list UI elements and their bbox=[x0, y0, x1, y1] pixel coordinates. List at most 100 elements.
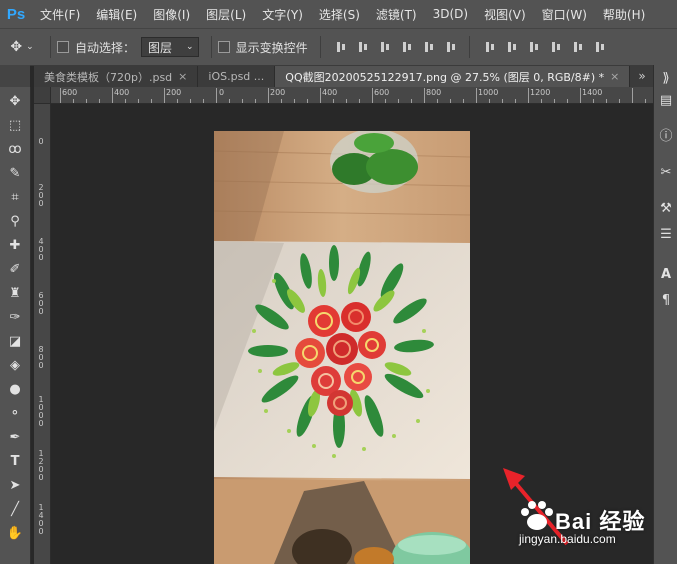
ruler-tick bbox=[619, 99, 620, 103]
panel-collapse-icon[interactable]: ⟫ bbox=[657, 69, 675, 87]
ruler-tick bbox=[99, 99, 100, 103]
move-tool-preset[interactable]: ✥ ⌄ bbox=[0, 39, 44, 55]
lasso-tool-icon[interactable]: ꝏ bbox=[3, 139, 27, 159]
history-panel-icon[interactable]: ▤ bbox=[657, 91, 675, 109]
ruler-label: 1200 bbox=[530, 88, 551, 97]
ruler-tick bbox=[216, 88, 217, 103]
eyedropper-tool-icon[interactable]: ⚲ bbox=[3, 211, 27, 231]
menu-edit[interactable]: 编辑(E) bbox=[96, 6, 137, 23]
distribute-hcenter-icon[interactable] bbox=[572, 40, 584, 54]
divider bbox=[468, 36, 470, 58]
distribute-top-icon[interactable] bbox=[484, 40, 496, 54]
menu-3d[interactable]: 3D(D) bbox=[433, 7, 468, 21]
document-image[interactable] bbox=[214, 131, 470, 564]
ruler-tick bbox=[385, 99, 386, 103]
ruler-tick bbox=[268, 88, 269, 103]
ruler-label: 400 bbox=[114, 88, 130, 97]
auto-select-dropdown[interactable]: 图层 ⌄ bbox=[141, 37, 199, 57]
eraser-tool-icon[interactable]: ◪ bbox=[3, 331, 27, 351]
line-tool-icon[interactable]: ╱ bbox=[3, 499, 27, 519]
move-tool-icon[interactable]: ✥ bbox=[3, 91, 27, 111]
menu-select[interactable]: 选择(S) bbox=[319, 6, 360, 23]
quick-select-tool-icon[interactable]: ✎ bbox=[3, 163, 27, 183]
align-buttons bbox=[335, 40, 457, 54]
ruler-tick bbox=[112, 88, 113, 103]
brush-settings-icon[interactable]: ⚒ bbox=[657, 199, 675, 217]
pen-tool-icon[interactable]: ✒ bbox=[3, 427, 27, 447]
distribute-left-icon[interactable] bbox=[550, 40, 562, 54]
menu-file[interactable]: 文件(F) bbox=[40, 6, 80, 23]
menu-view[interactable]: 视图(V) bbox=[484, 6, 526, 23]
menu-filter[interactable]: 滤镜(T) bbox=[376, 6, 417, 23]
paw-icon bbox=[521, 501, 553, 530]
photoshop-logo[interactable]: Ps bbox=[0, 0, 32, 28]
tabs-overflow-button[interactable]: » bbox=[631, 66, 653, 87]
align-top-icon[interactable] bbox=[335, 40, 347, 54]
paint-bucket-tool-icon[interactable]: ◈ bbox=[3, 355, 27, 375]
ruler-label: 0 bbox=[219, 88, 225, 97]
type-tool-icon[interactable]: T bbox=[3, 451, 27, 471]
ruler-label: 2 0 0 bbox=[38, 183, 44, 208]
blur-tool-icon[interactable]: ● bbox=[3, 379, 27, 399]
align-hcenter-icon[interactable] bbox=[423, 40, 435, 54]
ruler-vertical[interactable]: 0 2 0 0 4 0 0 6 0 0 8 0 0 1 0 0 0 1 2 0 … bbox=[34, 104, 51, 564]
ruler-horizontal[interactable]: 600 400 200 0 200 400 600 800 1000 1200 … bbox=[34, 87, 653, 104]
ruler-tick bbox=[502, 99, 503, 103]
sliders-icon[interactable]: ☰ bbox=[657, 225, 675, 243]
hand-tool-icon[interactable]: ✋ bbox=[3, 523, 27, 543]
menu-window[interactable]: 窗口(W) bbox=[542, 6, 587, 23]
ruler-label: 800 bbox=[426, 88, 442, 97]
distribute-vcenter-icon[interactable] bbox=[506, 40, 518, 54]
right-panel-strip: ⟫ ▤ ⓘ ✂ ⚒ ☰ A ¶ bbox=[653, 65, 677, 564]
ruler-tick bbox=[606, 99, 607, 103]
ruler-tick bbox=[151, 99, 152, 103]
ruler-tick bbox=[372, 88, 373, 103]
adjustments-panel-icon[interactable]: ✂ bbox=[657, 163, 675, 181]
clone-stamp-tool-icon[interactable]: ♜ bbox=[3, 283, 27, 303]
paragraph-panel-icon[interactable]: ¶ bbox=[657, 291, 675, 309]
tab-food-template[interactable]: 美食类模板（720p）.psd × bbox=[34, 66, 199, 87]
menu-image[interactable]: 图像(I) bbox=[153, 6, 190, 23]
menu-layer[interactable]: 图层(L) bbox=[206, 6, 246, 23]
show-transform-checkbox[interactable] bbox=[217, 41, 230, 53]
ruler-tick bbox=[632, 88, 633, 103]
ruler-tick bbox=[307, 99, 308, 103]
ruler-tick bbox=[177, 99, 178, 103]
distribute-right-icon[interactable] bbox=[594, 40, 606, 54]
toolbar-grip[interactable] bbox=[0, 65, 30, 87]
auto-select-checkbox[interactable] bbox=[57, 41, 69, 53]
tab-ios[interactable]: iOS.psd ... bbox=[198, 66, 276, 87]
ruler-label: 600 bbox=[374, 88, 390, 97]
menu-type[interactable]: 文字(Y) bbox=[262, 6, 303, 23]
align-right-icon[interactable] bbox=[445, 40, 457, 54]
path-select-tool-icon[interactable]: ➤ bbox=[3, 475, 27, 495]
align-left-icon[interactable] bbox=[401, 40, 413, 54]
ruler-tick bbox=[203, 99, 204, 103]
menu-help[interactable]: 帮助(H) bbox=[603, 6, 645, 23]
healing-brush-tool-icon[interactable]: ✚ bbox=[3, 235, 27, 255]
tab-qq-screenshot[interactable]: QQ截图20200525122917.png @ 27.5% (图层 0, RG… bbox=[275, 66, 631, 87]
history-brush-tool-icon[interactable]: ✑ bbox=[3, 307, 27, 327]
ruler-label: 1 0 0 0 bbox=[38, 395, 44, 428]
ruler-tick bbox=[229, 99, 230, 103]
distribute-bottom-icon[interactable] bbox=[528, 40, 540, 54]
info-panel-icon[interactable]: ⓘ bbox=[657, 125, 675, 144]
brush-tool-icon[interactable]: ✐ bbox=[3, 259, 27, 279]
marquee-tool-icon[interactable]: ⬚ bbox=[3, 115, 27, 135]
ruler-origin[interactable] bbox=[34, 87, 51, 103]
close-icon[interactable]: × bbox=[610, 70, 619, 83]
dodge-tool-icon[interactable]: ⚬ bbox=[3, 403, 27, 423]
ruler-label: 600 bbox=[62, 88, 78, 97]
ruler-label: 1000 bbox=[478, 88, 499, 97]
align-bottom-icon[interactable] bbox=[379, 40, 391, 54]
close-icon[interactable]: × bbox=[178, 70, 187, 83]
ruler-tick bbox=[411, 99, 412, 103]
tools-panel: ✥ ⬚ ꝏ ✎ ⌗ ⚲ ✚ ✐ ♜ ✑ ◪ ◈ ● ⚬ ✒ T ➤ ╱ ✋ bbox=[0, 87, 31, 564]
ruler-tick bbox=[489, 99, 490, 103]
character-panel-icon[interactable]: A bbox=[657, 265, 675, 283]
align-vcenter-icon[interactable] bbox=[357, 40, 369, 54]
baidu-watermark: Bai 经验 jingyan.baidu.com bbox=[517, 492, 667, 552]
tab-label: 美食类模板（720p）.psd bbox=[44, 70, 173, 84]
crop-tool-icon[interactable]: ⌗ bbox=[3, 187, 27, 207]
ruler-label: 8 0 0 bbox=[38, 345, 44, 370]
